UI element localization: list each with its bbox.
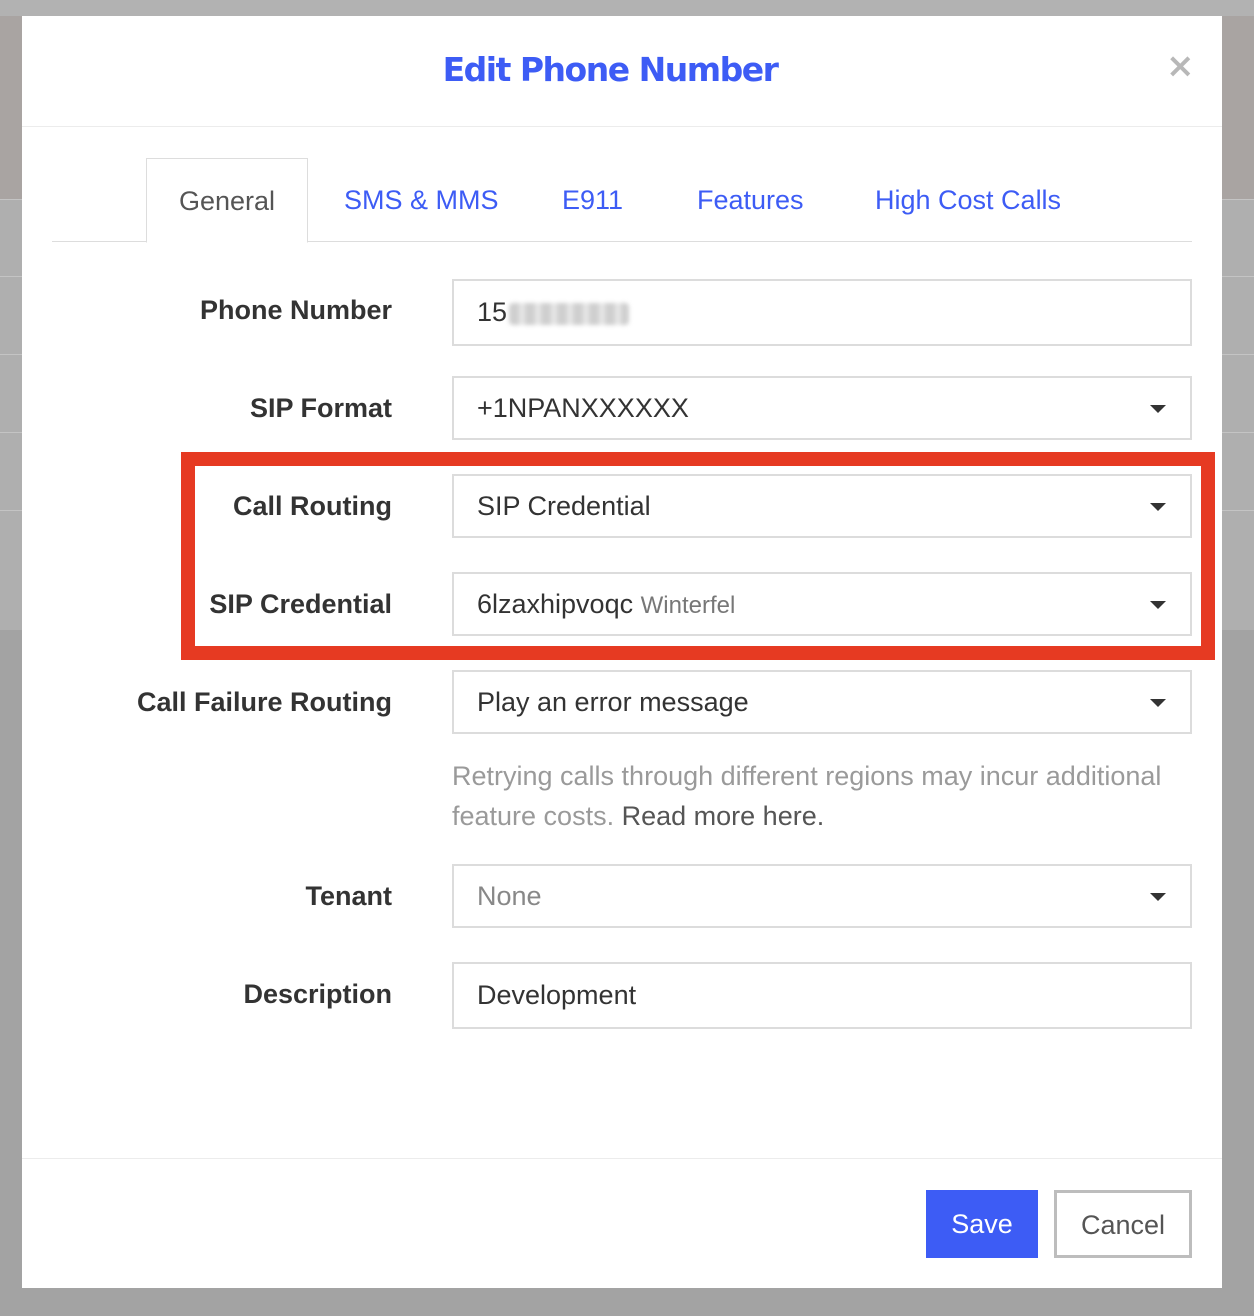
tab-sms-mms[interactable]: SMS & MMS — [344, 158, 499, 242]
modal-title: Edit Phone Number — [442, 50, 779, 89]
phone-number-value: 15 — [477, 297, 508, 327]
background-band — [0, 0, 1254, 16]
help-text: Retrying calls through different regions… — [452, 756, 1192, 836]
tenant-label: Tenant — [305, 881, 393, 911]
call-failure-routing-select[interactable]: Play an error message — [452, 670, 1192, 734]
cancel-button[interactable]: Cancel — [1054, 1190, 1192, 1258]
tab-features[interactable]: Features — [697, 158, 804, 242]
modal-footer-divider — [22, 1158, 1222, 1159]
chevron-down-icon — [1150, 405, 1166, 413]
call-failure-routing-label: Call Failure Routing — [136, 687, 392, 717]
tab-bar: General SMS & MMS E911 Features High Cos… — [52, 158, 1192, 243]
save-button[interactable]: Save — [926, 1190, 1038, 1258]
tenant-select[interactable]: None — [452, 864, 1192, 928]
modal-header: Edit Phone Number × — [22, 16, 1222, 127]
chevron-down-icon — [1150, 893, 1166, 901]
tab-general[interactable]: General — [146, 158, 308, 243]
phone-number-label: Phone Number — [199, 295, 392, 325]
close-icon[interactable]: × — [1166, 49, 1195, 83]
phone-number-input[interactable]: 15 — [452, 279, 1192, 346]
tab-e911[interactable]: E911 — [562, 158, 623, 242]
tab-high-cost-calls[interactable]: High Cost Calls — [875, 158, 1061, 242]
description-label: Description — [243, 979, 392, 1009]
edit-phone-number-modal: Edit Phone Number × General SMS & MMS E9… — [22, 16, 1222, 1288]
highlight-annotation — [181, 452, 1215, 660]
description-value: Development — [477, 980, 637, 1010]
description-input[interactable]: Development — [452, 962, 1192, 1029]
sip-format-value: +1NPANXXXXXX — [477, 393, 689, 423]
call-failure-routing-value: Play an error message — [477, 687, 749, 717]
redacted-digits — [509, 302, 630, 325]
sip-format-select[interactable]: +1NPANXXXXXX — [452, 376, 1192, 440]
read-more-link[interactable]: Read more here. — [622, 801, 825, 831]
chevron-down-icon — [1150, 699, 1166, 707]
tenant-value: None — [477, 881, 542, 911]
sip-format-label: SIP Format — [249, 393, 392, 423]
